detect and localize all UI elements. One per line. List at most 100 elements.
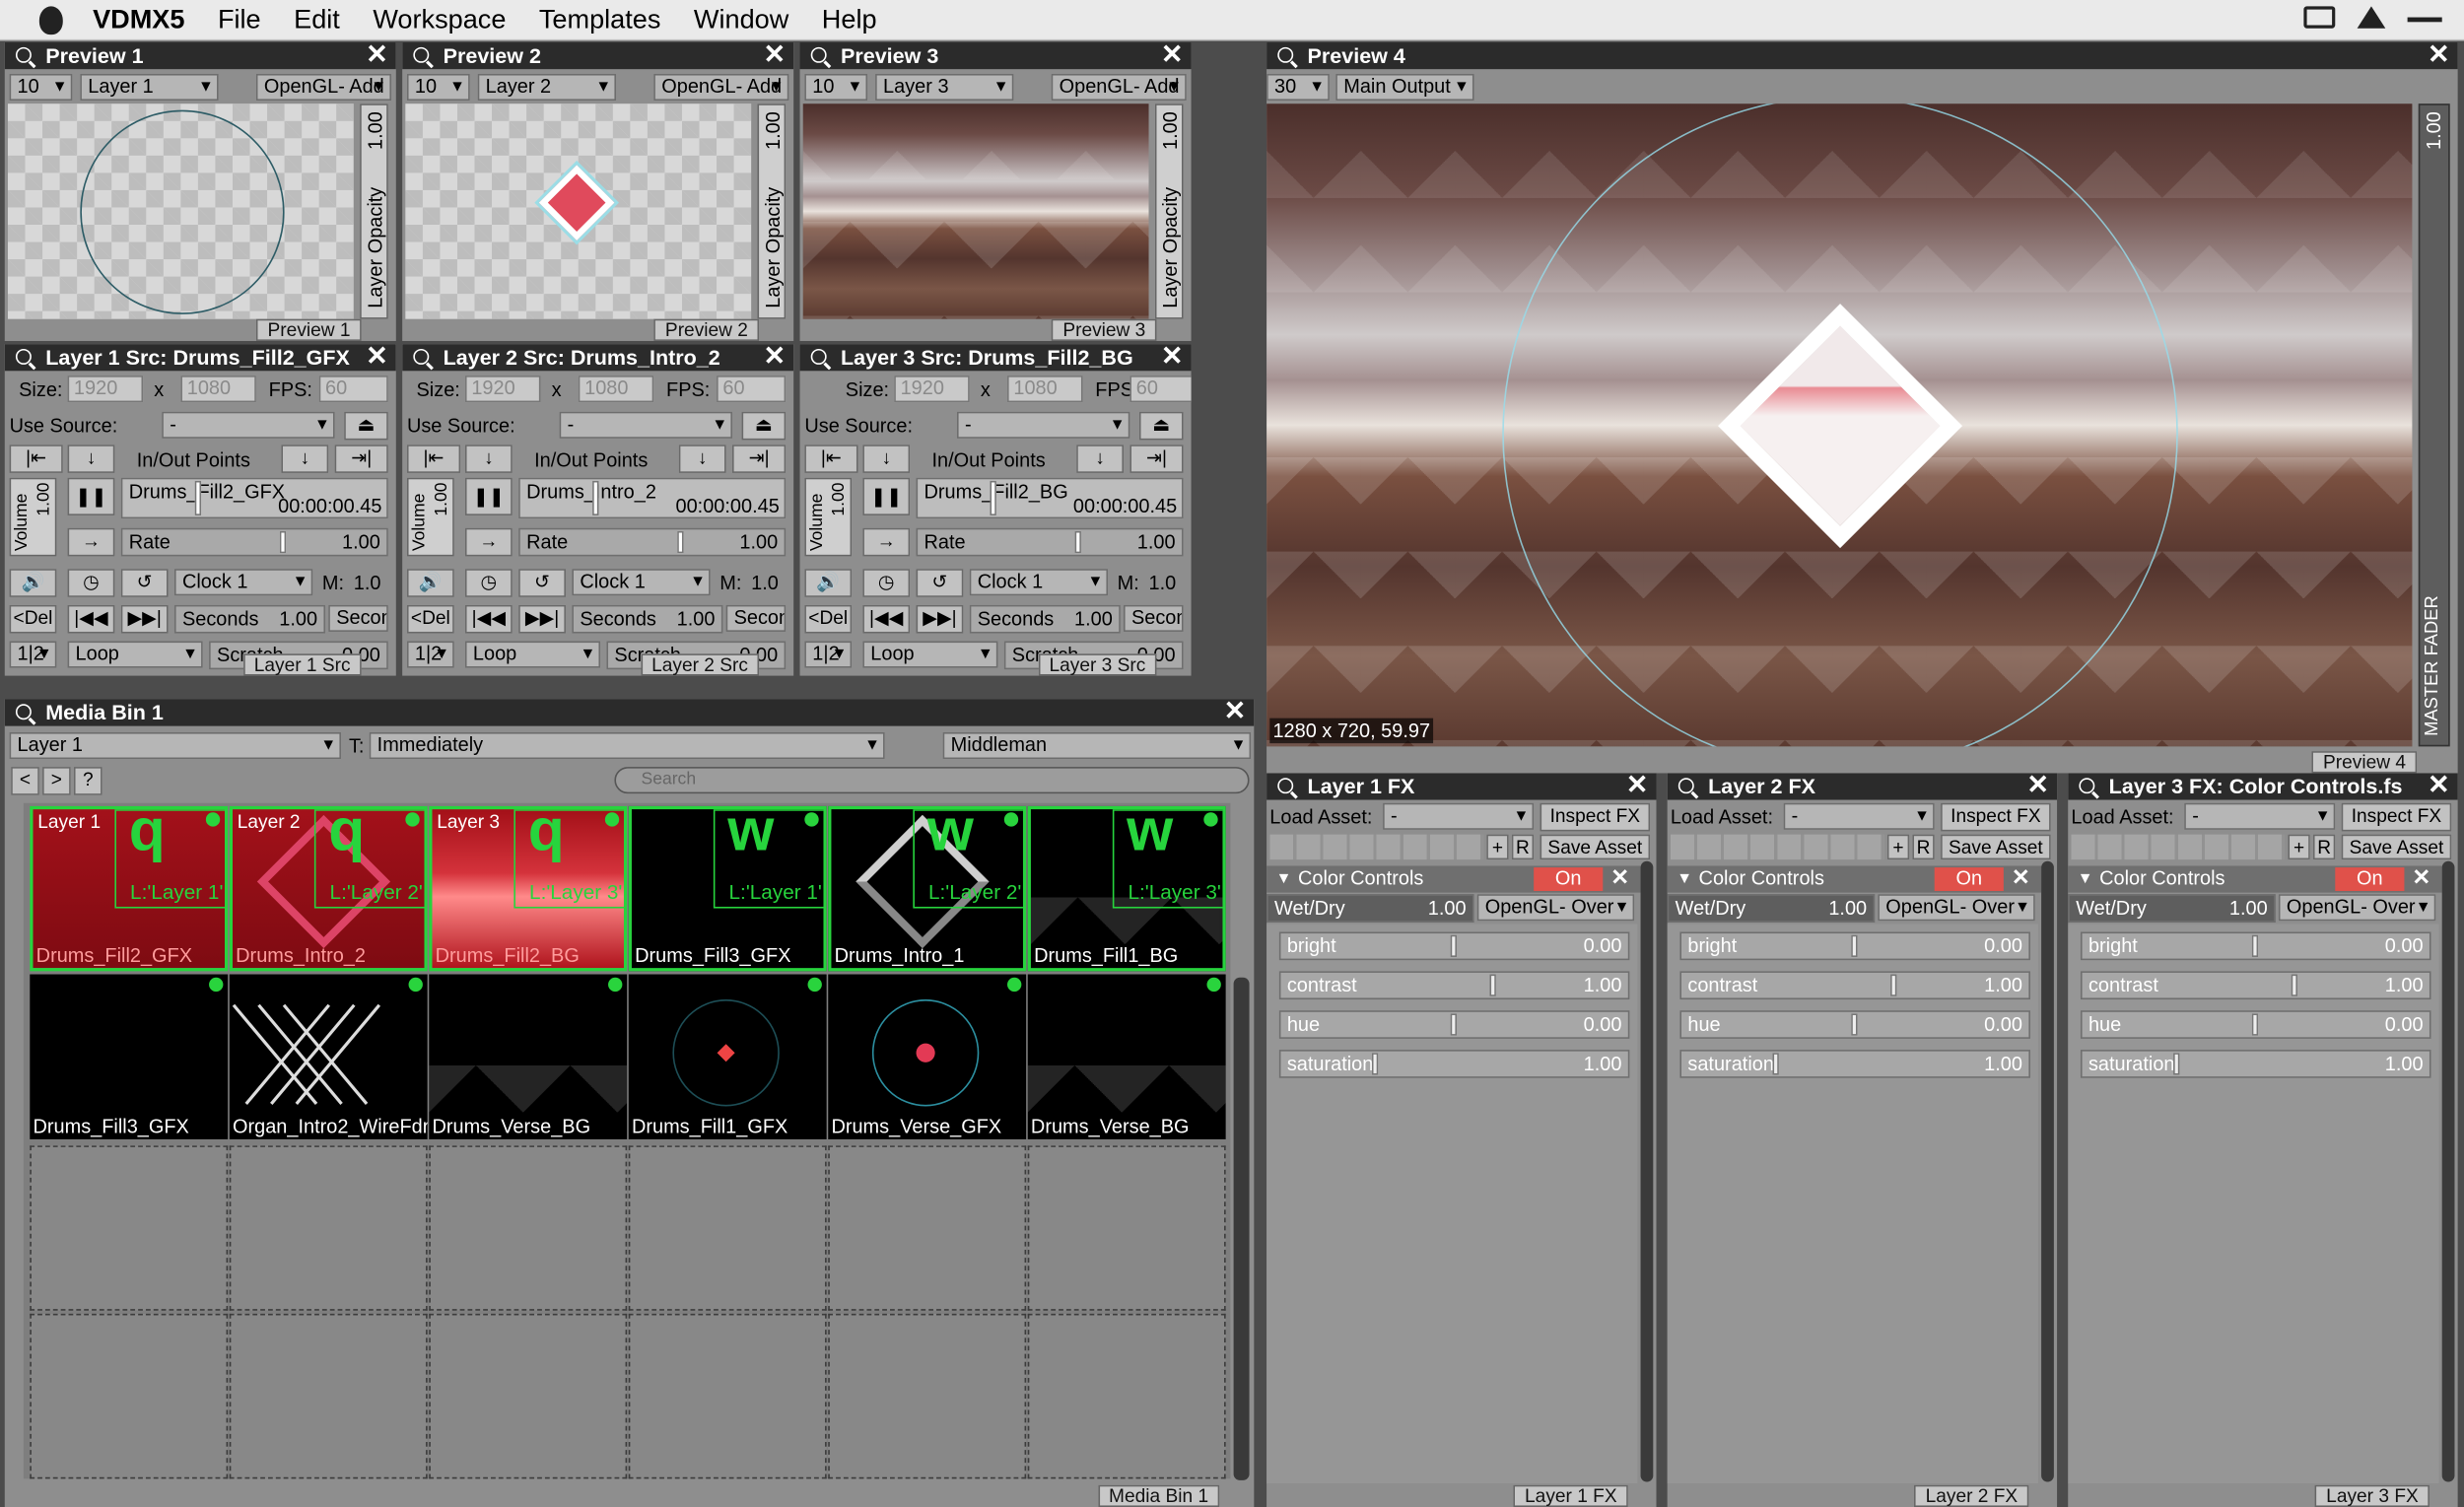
rewind-icon[interactable]: |◀◀	[67, 604, 115, 634]
out-point-button[interactable]: ⇥|	[1129, 445, 1184, 473]
eject-button[interactable]: ⏏	[344, 411, 388, 441]
fx-scrollbar[interactable]	[2041, 860, 2054, 1482]
prev-page-button[interactable]: <	[11, 767, 39, 795]
param-knob[interactable]	[2251, 934, 2259, 957]
menu-templates[interactable]: Templates	[539, 4, 661, 35]
clock-select[interactable]: Clock 1	[572, 569, 711, 596]
param-knob[interactable]	[2291, 974, 2298, 996]
height-field[interactable]: 1080	[1007, 376, 1083, 403]
seconds-slider[interactable]: Seconds 1.00	[969, 604, 1121, 634]
wet-dry-slider[interactable]: Wet/Dry 1.00	[2068, 894, 2276, 923]
rewind-icon[interactable]: |◀◀	[862, 604, 911, 634]
layer-target-select[interactable]: Layer 1	[9, 731, 341, 760]
rate-slider[interactable]: Rate 1.00	[518, 527, 787, 557]
param-knob[interactable]	[1851, 934, 1858, 957]
rate-knob[interactable]	[279, 530, 287, 554]
close-icon[interactable]: ✕	[2428, 42, 2450, 68]
layer-opacity-slider[interactable]: 1.00 Layer Opacity	[360, 103, 388, 319]
play-icon[interactable]: →	[464, 527, 513, 557]
close-icon[interactable]: ✕	[2026, 773, 2049, 798]
half-select[interactable]: 1|2	[9, 641, 57, 668]
down-button[interactable]: ↓	[862, 445, 911, 473]
param-knob[interactable]	[1851, 1013, 1858, 1036]
magnifier-icon[interactable]	[1277, 778, 1294, 794]
eject-button[interactable]: ⏏	[1138, 411, 1184, 441]
param-knob[interactable]	[2173, 1053, 2180, 1075]
save-asset-button[interactable]: Save Asset	[2341, 834, 2452, 860]
media-clip[interactable]: w L:'Layer 2' Drums_Intro_1	[828, 805, 1027, 972]
layer-1-src-tab[interactable]: Layer 1 Src	[242, 653, 362, 676]
close-icon[interactable]: ✕	[1161, 344, 1184, 370]
layer-3-fx-tab[interactable]: Layer 3 FX	[2315, 1484, 2430, 1507]
wet-dry-slider[interactable]: Wet/Dry 1.00	[1667, 894, 1876, 923]
param-knob[interactable]	[1890, 974, 1897, 996]
rewind-icon[interactable]: |◀◀	[464, 604, 513, 634]
media-bin-panel-title[interactable]: Media Bin 1 ✕	[4, 699, 1255, 726]
playhead-slider[interactable]: Drums_Intro_2 00:00:00.45	[518, 477, 787, 519]
seconds-unit-select[interactable]: Secon	[328, 604, 388, 632]
eject-button[interactable]: ⏏	[741, 411, 787, 441]
out-point-button[interactable]: ⇥|	[334, 445, 388, 473]
add-fx-button[interactable]: +	[1886, 834, 1910, 860]
layer-2-fx-tab[interactable]: Layer 2 FX	[1914, 1484, 2029, 1507]
layer-3-fx-panel-title[interactable]: Layer 3 FX: Color Controls.fs ✕	[2068, 773, 2458, 800]
collapse-triangle-icon[interactable]: ▼	[1276, 866, 1292, 893]
magnifier-icon[interactable]	[413, 348, 430, 365]
close-icon[interactable]: ✕	[366, 42, 388, 68]
empty-slot[interactable]	[628, 1145, 827, 1311]
fps-select[interactable]: 10	[9, 73, 73, 102]
trigger-select[interactable]: Immediately	[369, 731, 885, 760]
pause-button[interactable]: ❚❚	[67, 477, 115, 515]
playhead-slider[interactable]: Drums_Fill2_GFX 00:00:00.45	[120, 477, 388, 519]
preview-4-panel-title[interactable]: Preview 4 ✕	[1266, 42, 2458, 70]
empty-slot[interactable]	[429, 1145, 628, 1311]
param-knob[interactable]	[1450, 934, 1458, 957]
seconds-unit-select[interactable]: Secon	[725, 604, 787, 632]
layer-3-src-panel-title[interactable]: Layer 3 Src: Drums_Fill2_BG ✕	[799, 344, 1192, 372]
loop-icon[interactable]: ↺	[120, 569, 169, 597]
dropbox-icon[interactable]	[2357, 6, 2386, 29]
height-field[interactable]: 1080	[578, 376, 654, 403]
inspect-fx-button[interactable]: Inspect FX	[1941, 802, 2051, 832]
param-hue-slider[interactable]: hue 0.00	[1278, 1010, 1630, 1039]
magnifier-icon[interactable]	[413, 46, 430, 63]
empty-slot[interactable]	[229, 1313, 428, 1479]
param-knob[interactable]	[1371, 1053, 1379, 1075]
media-clip[interactable]: Layer 1 q L:'Layer 1' Drums_Fill2_GFX	[30, 805, 229, 972]
layer-select[interactable]: Layer 2	[477, 73, 617, 102]
empty-slot[interactable]	[429, 1313, 628, 1479]
width-field[interactable]: 1920	[894, 376, 970, 403]
preview-3-panel-title[interactable]: Preview 3 ✕	[799, 42, 1192, 70]
remove-fx-button[interactable]: R	[1511, 834, 1535, 860]
fps-field[interactable]: 60	[717, 376, 787, 403]
preview-3-canvas[interactable]	[802, 103, 1149, 319]
menu-edit[interactable]: Edit	[294, 4, 340, 35]
magnifier-icon[interactable]	[15, 704, 32, 720]
next-page-button[interactable]: >	[42, 767, 71, 795]
timer-icon[interactable]: ◷	[67, 569, 115, 597]
menu-help[interactable]: Help	[822, 4, 877, 35]
media-clip[interactable]: Drums_Fill3_GFX	[30, 974, 229, 1139]
close-icon[interactable]: ✕	[2428, 773, 2450, 798]
fx-scrollbar[interactable]	[2441, 860, 2455, 1482]
media-clip[interactable]: Drums_Verse_BG	[429, 974, 628, 1139]
media-clip[interactable]: Organ_Intro2_WireFdr	[229, 974, 428, 1139]
empty-slot[interactable]	[30, 1145, 229, 1311]
add-fx-button[interactable]: +	[2288, 834, 2310, 860]
playhead-knob[interactable]	[194, 480, 202, 515]
timer-icon[interactable]: ◷	[862, 569, 911, 597]
wet-dry-slider[interactable]: Wet/Dry 1.00	[1266, 894, 1474, 923]
layer-select[interactable]: Layer 3	[875, 73, 1014, 102]
down-out-button[interactable]: ↓	[678, 445, 726, 473]
delete-button[interactable]: <Del	[804, 604, 853, 634]
volume-slider[interactable]: Volume 1.00	[406, 477, 454, 557]
width-field[interactable]: 1920	[67, 376, 144, 403]
empty-slot[interactable]	[229, 1145, 428, 1311]
layer-1-fx-tab[interactable]: Layer 1 FX	[1513, 1484, 1628, 1507]
collapse-triangle-icon[interactable]: ▼	[1677, 866, 1692, 893]
close-icon[interactable]: ✕	[366, 344, 388, 370]
media-scrollbar[interactable]	[1233, 977, 1250, 1480]
empty-slot[interactable]	[1027, 1145, 1226, 1311]
media-clip[interactable]: Drums_Fill1_GFX	[628, 974, 827, 1139]
preview-2-panel-title[interactable]: Preview 2 ✕	[402, 42, 794, 70]
